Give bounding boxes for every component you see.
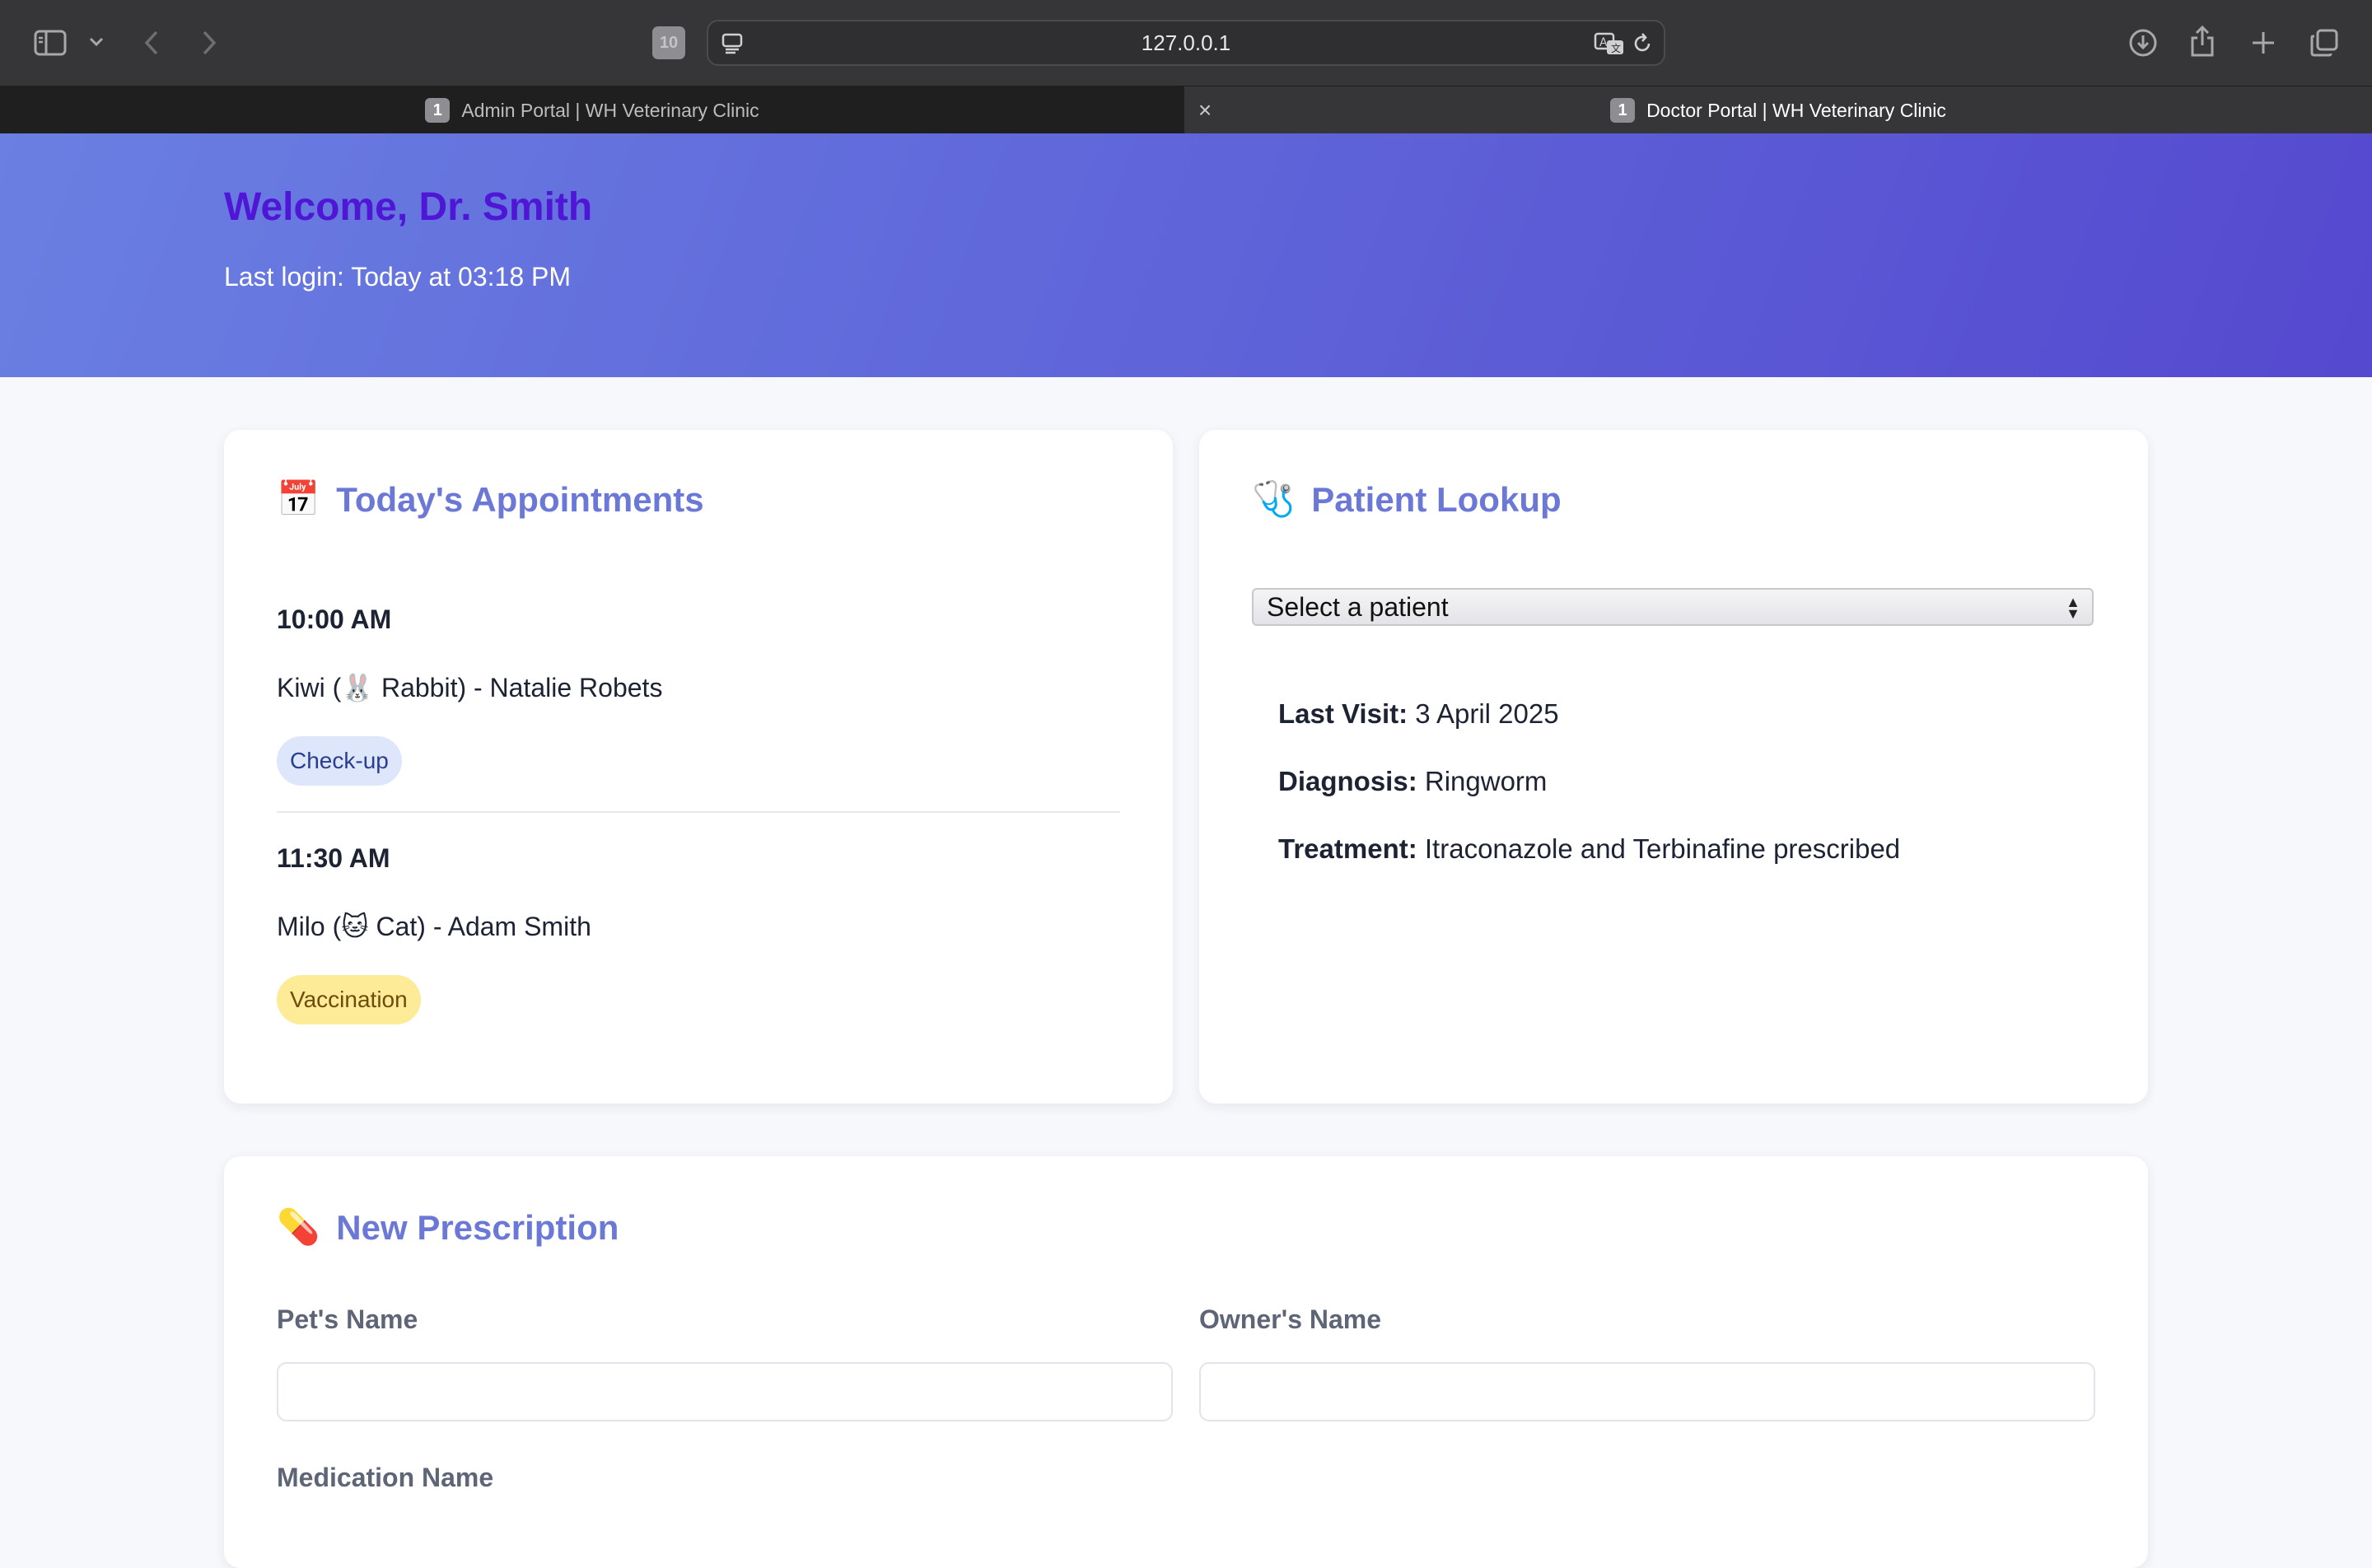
welcome-title: Welcome, Dr. Smith — [224, 185, 593, 229]
owner-name-input[interactable] — [1199, 1362, 2095, 1421]
last-visit-value: 3 April 2025 — [1415, 698, 1559, 729]
pill-icon: 💊 — [277, 1207, 320, 1246]
appointment-type-badge: Vaccination — [277, 975, 421, 1024]
tab-admin-portal[interactable]: 1 Admin Portal | WH Veterinary Clinic — [0, 86, 1184, 134]
prescription-card: 💊 New Prescription Pet's Name Owner's Na… — [224, 1156, 2148, 1568]
prescription-title: New Prescription — [336, 1207, 619, 1247]
pet-name-label: Pet's Name — [277, 1304, 418, 1334]
welcome-banner: Welcome, Dr. Smith Last login: Today at … — [0, 133, 2372, 377]
appointment-time: 11:30 AM — [277, 843, 390, 873]
select-arrows-icon: ▲ ▼ — [2066, 594, 2080, 622]
patient-lookup-title: Patient Lookup — [1311, 479, 1562, 519]
last-visit-label: Last Visit: — [1278, 698, 1408, 729]
privacy-report-icon[interactable]: 10 — [652, 26, 685, 59]
prescription-heading: 💊 New Prescription — [277, 1207, 619, 1248]
tab-doctor-portal[interactable]: 1 Doctor Portal | WH Veterinary Clinic — [1184, 86, 2372, 134]
tab-favicon: 1 — [1610, 98, 1636, 123]
calendar-icon: 📅 — [277, 479, 320, 518]
appointments-heading: 📅 Today's Appointments — [277, 479, 704, 520]
download-icon[interactable] — [2125, 25, 2161, 61]
patient-select-value: Select a patient — [1267, 591, 1449, 622]
share-icon[interactable] — [2184, 21, 2220, 61]
appointment-description[interactable]: Kiwi (🐰 Rabbit) - Natalie Robets — [277, 672, 662, 703]
browser-toolbar: 10 127.0.0.1 A文 — [0, 0, 2372, 86]
treatment-line: Treatment: Itraconazole and Terbinafine … — [1278, 833, 1900, 865]
forward-icon[interactable] — [196, 25, 222, 61]
tab-bar: 1 Admin Portal | WH Veterinary Clinic 1 … — [0, 86, 2372, 134]
diagnosis-label: Diagnosis: — [1278, 766, 1417, 796]
appointment-type-badge: Check-up — [277, 736, 402, 786]
patient-select[interactable]: Select a patient ▲ ▼ — [1252, 588, 2094, 626]
appointment-description[interactable]: Milo (🐱 Cat) - Adam Smith — [277, 911, 591, 942]
tab-close-icon[interactable]: × — [1193, 97, 1217, 123]
treatment-value: Itraconazole and Terbinafine prescribed — [1424, 833, 1901, 864]
owner-name-label: Owner's Name — [1199, 1304, 1382, 1334]
appointments-title: Today's Appointments — [336, 479, 704, 519]
appointments-card: 📅 Today's Appointments 10:00 AM Kiwi (🐰 … — [224, 430, 1173, 1104]
chevron-down-icon[interactable] — [86, 31, 107, 53]
svg-text:文: 文 — [1611, 42, 1621, 54]
treatment-label: Treatment: — [1278, 833, 1417, 864]
tab-favicon: 1 — [425, 98, 451, 123]
address-text: 127.0.0.1 — [1141, 30, 1231, 55]
reload-icon[interactable] — [1629, 30, 1655, 58]
diagnosis-line: Diagnosis: Ringworm — [1278, 766, 1547, 797]
svg-text:A: A — [1599, 36, 1608, 49]
medication-name-label: Medication Name — [277, 1463, 494, 1492]
translate-icon[interactable]: A文 — [1593, 30, 1626, 58]
reader-icon[interactable] — [718, 30, 746, 58]
tab-title: Admin Portal | WH Veterinary Clinic — [461, 99, 759, 121]
address-bar[interactable]: 127.0.0.1 A文 — [707, 20, 1665, 66]
sidebar-icon[interactable] — [31, 25, 69, 61]
back-icon[interactable] — [138, 25, 165, 61]
last-visit-line: Last Visit: 3 April 2025 — [1278, 698, 1559, 730]
diagnosis-value: Ringworm — [1424, 766, 1548, 796]
new-tab-icon[interactable] — [2245, 25, 2281, 61]
tab-overview-icon[interactable] — [2306, 25, 2342, 61]
tab-title: Doctor Portal | WH Veterinary Clinic — [1646, 99, 1946, 121]
appointment-time: 10:00 AM — [277, 604, 392, 634]
patient-lookup-heading: 🩺 Patient Lookup — [1252, 479, 1562, 520]
pet-name-input[interactable] — [277, 1362, 1173, 1421]
appointment-divider — [277, 811, 1120, 813]
stethoscope-icon: 🩺 — [1252, 479, 1296, 518]
last-login-text: Last login: Today at 03:18 PM — [224, 262, 572, 292]
